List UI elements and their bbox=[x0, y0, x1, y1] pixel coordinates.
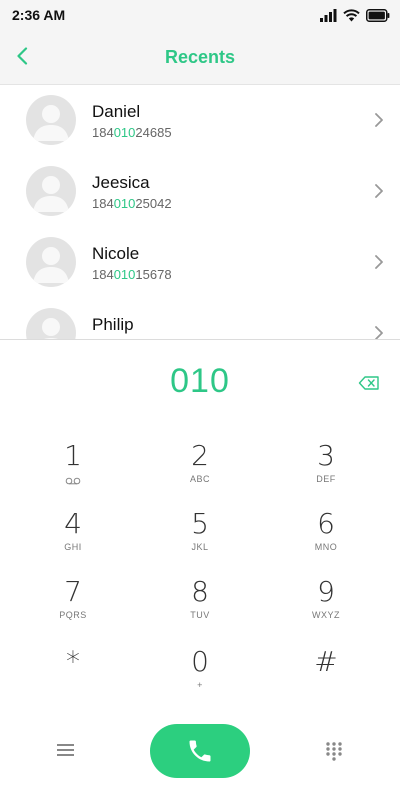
number-match: 010 bbox=[113, 125, 136, 140]
key-digit: 4 bbox=[64, 507, 82, 540]
dialed-number: 010 bbox=[170, 362, 230, 400]
dialpad-toggle-button[interactable] bbox=[324, 741, 344, 761]
contact-number: 18401024685 bbox=[92, 125, 172, 140]
chevron-right-icon bbox=[375, 113, 383, 127]
key-3[interactable]: 3 DEF bbox=[271, 440, 381, 506]
contact-row-daniel[interactable]: Daniel 18401024685 bbox=[0, 85, 400, 155]
key-4[interactable]: 4 GHI bbox=[18, 508, 128, 574]
call-button[interactable] bbox=[150, 724, 250, 778]
avatar bbox=[26, 308, 76, 339]
dialpad-icon bbox=[326, 742, 342, 761]
contact-number: 18401025042 bbox=[92, 196, 172, 211]
wifi-icon bbox=[343, 8, 360, 21]
contact-name: Daniel bbox=[92, 102, 141, 121]
number-match: 010 bbox=[113, 267, 136, 282]
status-bar: 2:36 AM bbox=[0, 0, 400, 30]
contact-row-nicole[interactable]: Nicole 18401015678 bbox=[0, 227, 400, 297]
key-digit: 9 bbox=[317, 575, 335, 608]
keypad: 1 2 ABC 3 DEF 4 GHI 5 JKL 6 MNO 7 PQRS 8… bbox=[10, 440, 390, 710]
divider bbox=[0, 339, 400, 340]
voicemail-icon bbox=[65, 477, 81, 485]
contact-row-philip[interactable]: Philip bbox=[0, 298, 400, 339]
key-0[interactable]: 0 + bbox=[145, 646, 255, 712]
header: Recents bbox=[0, 30, 400, 85]
avatar bbox=[26, 95, 76, 145]
phone-icon bbox=[189, 740, 211, 762]
avatar-placeholder-icon bbox=[33, 247, 69, 283]
key-digit: 6 bbox=[317, 507, 335, 540]
key-letters: WXYZ bbox=[312, 610, 340, 620]
key-hash[interactable]: # bbox=[271, 646, 381, 712]
status-time: 2:36 AM bbox=[12, 7, 66, 23]
key-digit: 3 bbox=[317, 439, 335, 472]
key-letters: PQRS bbox=[59, 610, 87, 620]
contact-name: Nicole bbox=[92, 244, 140, 263]
avatar-placeholder-icon bbox=[33, 176, 69, 212]
key-8[interactable]: 8 TUV bbox=[145, 576, 255, 642]
key-digit: 1 bbox=[64, 439, 82, 472]
chevron-right-icon bbox=[375, 184, 383, 198]
key-digit: 7 bbox=[64, 575, 82, 608]
key-letters: DEF bbox=[316, 474, 336, 484]
battery-icon bbox=[366, 8, 390, 22]
contact-name: Philip bbox=[92, 315, 134, 334]
menu-icon bbox=[57, 744, 74, 756]
key-7[interactable]: 7 PQRS bbox=[18, 576, 128, 642]
status-icons bbox=[320, 7, 390, 23]
backspace-icon bbox=[358, 376, 379, 390]
avatar-placeholder-icon bbox=[42, 318, 60, 339]
chevron-right-icon bbox=[375, 255, 383, 269]
contact-number: 18401015678 bbox=[92, 267, 172, 282]
signal-icon bbox=[320, 8, 337, 22]
key-letters: TUV bbox=[190, 610, 210, 620]
key-6[interactable]: 6 MNO bbox=[271, 508, 381, 574]
avatar bbox=[26, 237, 76, 287]
key-letters: + bbox=[197, 680, 203, 690]
key-5[interactable]: 5 JKL bbox=[145, 508, 255, 574]
key-letters: MNO bbox=[314, 542, 338, 552]
avatar bbox=[26, 166, 76, 216]
key-2[interactable]: 2 ABC bbox=[145, 440, 255, 506]
key-letters: GHI bbox=[64, 542, 82, 552]
backspace-button[interactable] bbox=[358, 375, 380, 391]
key-digit: 5 bbox=[191, 507, 209, 540]
key-digit: 2 bbox=[191, 439, 209, 472]
key-letters: ABC bbox=[189, 474, 210, 484]
key-digit: # bbox=[314, 645, 338, 678]
key-digit: 0 bbox=[191, 645, 209, 678]
chevron-right-icon bbox=[375, 326, 383, 339]
key-digit: * bbox=[66, 645, 80, 678]
key-1[interactable]: 1 bbox=[18, 440, 128, 506]
number-match: 010 bbox=[113, 196, 136, 211]
menu-button[interactable] bbox=[56, 742, 76, 758]
contact-name: Jeesica bbox=[92, 173, 150, 192]
bottom-bar bbox=[0, 722, 400, 782]
key-star[interactable]: * bbox=[18, 646, 128, 712]
page-title: Recents bbox=[164, 47, 236, 67]
contacts-list: Daniel 18401024685 Jeesica 18401025042 N… bbox=[0, 85, 400, 339]
contact-row-jeesica[interactable]: Jeesica 18401025042 bbox=[0, 156, 400, 226]
key-9[interactable]: 9 WXYZ bbox=[271, 576, 381, 642]
key-letters: JKL bbox=[191, 542, 209, 552]
key-digit: 8 bbox=[191, 575, 209, 608]
avatar-placeholder-icon bbox=[33, 105, 69, 141]
